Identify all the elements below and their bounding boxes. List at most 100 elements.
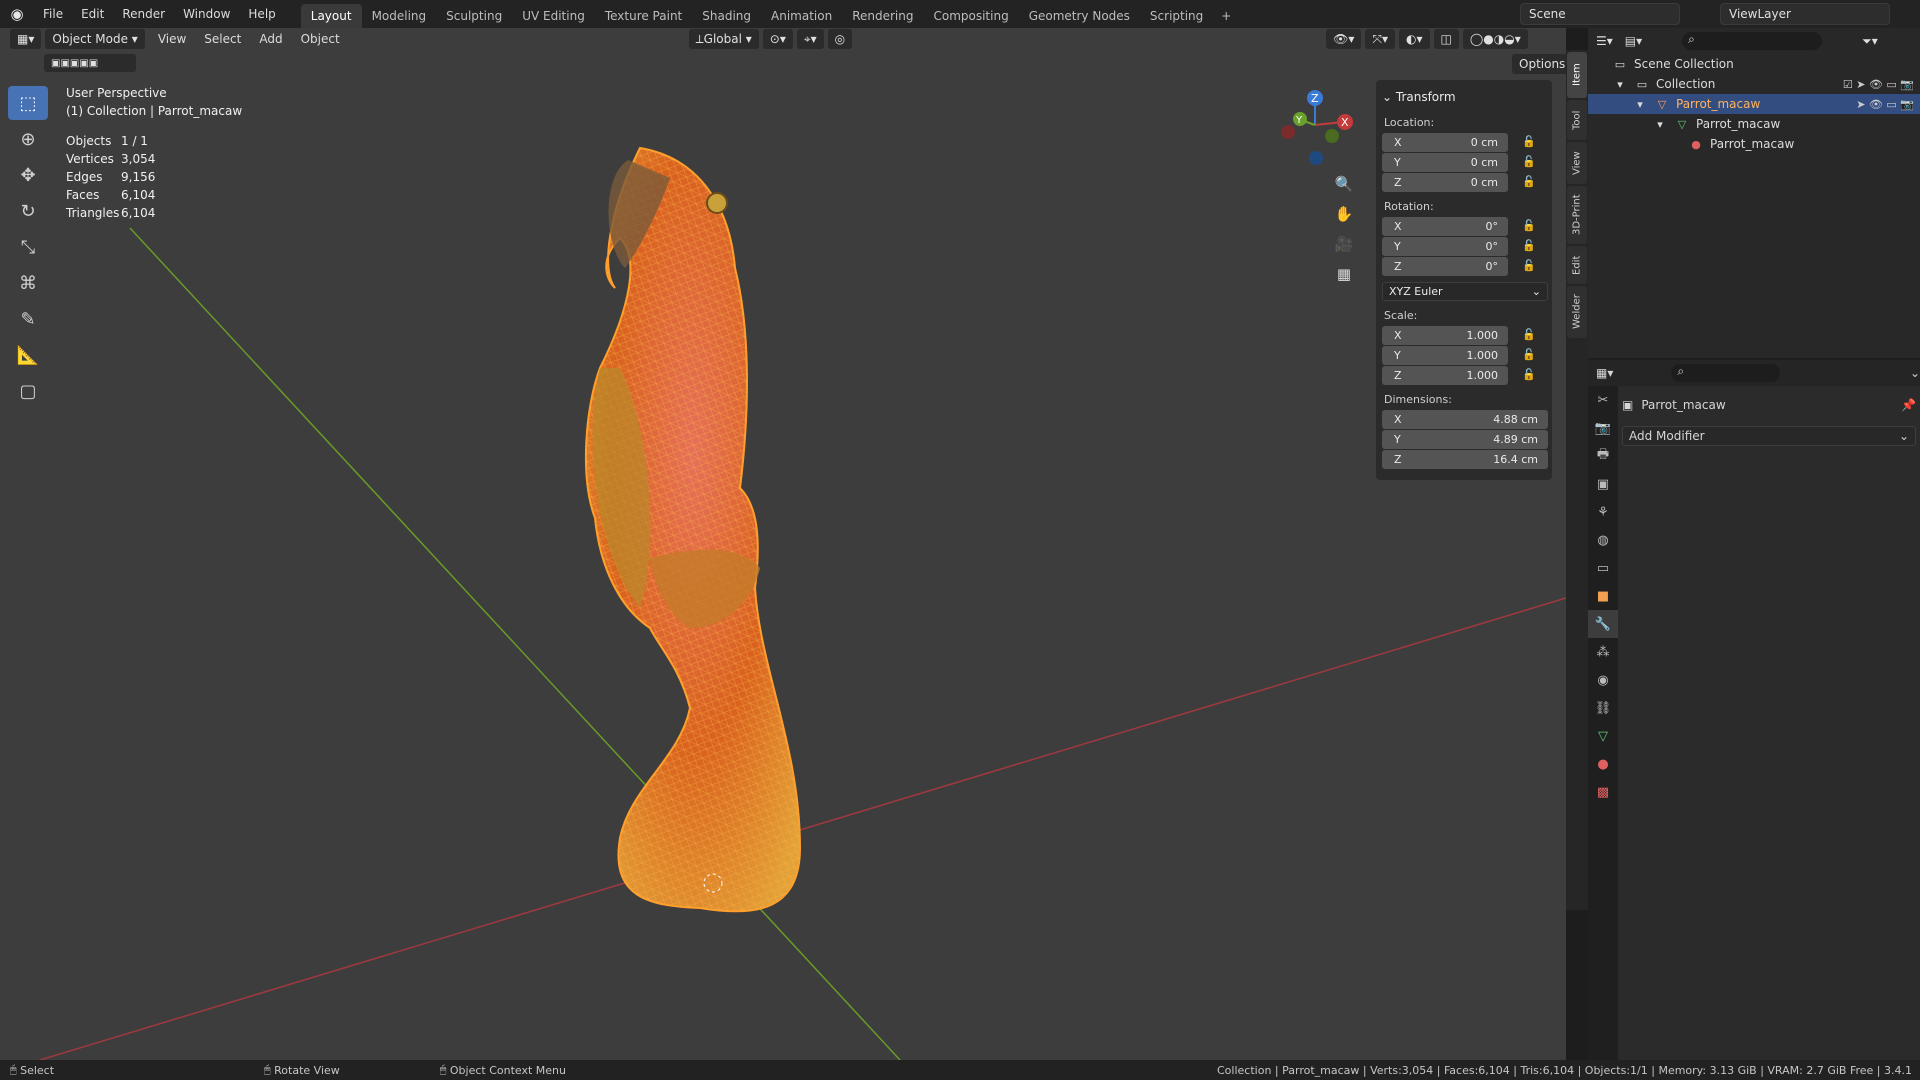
- blender-logo-icon[interactable]: ◉: [0, 0, 34, 28]
- tab-sculpting[interactable]: Sculpting: [436, 4, 512, 28]
- proportional-icon[interactable]: ◎: [827, 29, 853, 49]
- rotation-x-field[interactable]: X 0° 🔓: [1382, 217, 1536, 236]
- view-layer-tab-icon[interactable]: ▣: [1588, 470, 1618, 498]
- menu-render[interactable]: Render: [113, 0, 174, 28]
- outliner-material[interactable]: ● Parrot_macaw: [1588, 134, 1920, 154]
- tab-3d-print[interactable]: 3D-Print: [1567, 186, 1587, 244]
- shading-modes[interactable]: ◯●◑◒▾: [1462, 29, 1528, 49]
- menu-add[interactable]: Add: [250, 32, 291, 46]
- mode-selector[interactable]: Object Mode ▾: [45, 29, 145, 49]
- modifier-wrench-icon[interactable]: 🔧: [1588, 610, 1618, 638]
- outliner-scene-collection[interactable]: ▭ Scene Collection: [1588, 54, 1920, 74]
- menu-object[interactable]: Object: [292, 32, 349, 46]
- dimension-y-field[interactable]: Y 4.89 cm: [1382, 430, 1548, 449]
- menu-help[interactable]: Help: [239, 0, 284, 28]
- scale-x-field[interactable]: X 1.000 🔓: [1382, 326, 1536, 345]
- texture-tab-icon[interactable]: ▩: [1588, 778, 1618, 806]
- tab-compositing[interactable]: Compositing: [923, 4, 1018, 28]
- transform-icon[interactable]: ⌘: [8, 266, 48, 300]
- tab-shading[interactable]: Shading: [692, 4, 761, 28]
- tab-uv-editing[interactable]: UV Editing: [512, 4, 595, 28]
- expand-icon[interactable]: ▾: [1632, 98, 1648, 111]
- visibility-toggles[interactable]: ➤ 👁 ▭ 📷: [1856, 98, 1914, 111]
- lock-icon[interactable]: 🔓: [1522, 155, 1536, 168]
- world-tab-icon[interactable]: ◍: [1588, 526, 1618, 554]
- expand-icon[interactable]: ▾: [1612, 78, 1628, 91]
- location-y-field[interactable]: Y 0 cm 🔓: [1382, 153, 1536, 172]
- options-button[interactable]: Options ▾: [1512, 54, 1566, 74]
- orientation-selector[interactable]: ⟂ Global ▾: [688, 29, 759, 49]
- expand-icon[interactable]: ▾: [1652, 118, 1668, 131]
- tab-item[interactable]: Item: [1567, 52, 1587, 98]
- lock-icon[interactable]: 🔓: [1522, 239, 1536, 252]
- visibility-icon[interactable]: 👁▾: [1326, 29, 1362, 49]
- material-tab-icon[interactable]: ●: [1588, 750, 1618, 778]
- scale-y-field[interactable]: Y 1.000 🔓: [1382, 346, 1536, 365]
- collection-tab-icon[interactable]: ▭: [1588, 554, 1618, 582]
- render-tab-icon[interactable]: 📷: [1588, 414, 1618, 442]
- outliner-object[interactable]: ▾ ▽ Parrot_macaw ➤ 👁 ▭ 📷: [1588, 94, 1920, 114]
- pin-icon[interactable]: 📌: [1901, 398, 1916, 412]
- display-mode-icon[interactable]: ▤▾: [1625, 34, 1642, 48]
- pan-hand-icon[interactable]: ✋: [1330, 200, 1358, 228]
- menu-window[interactable]: Window: [174, 0, 239, 28]
- filter-icon[interactable]: ⏷▾: [1862, 34, 1878, 49]
- scene-selector[interactable]: Scene: [1520, 3, 1680, 25]
- tool-tab-icon[interactable]: ✂: [1588, 386, 1618, 414]
- lock-icon[interactable]: 🔓: [1522, 135, 1536, 148]
- tab-edit[interactable]: Edit: [1567, 246, 1587, 284]
- measure-icon[interactable]: 📐: [8, 338, 48, 372]
- dimension-z-field[interactable]: Z 16.4 cm: [1382, 450, 1548, 469]
- tab-layout[interactable]: Layout: [300, 4, 362, 28]
- dimension-x-field[interactable]: X 4.88 cm: [1382, 410, 1548, 429]
- data-tab-icon[interactable]: ▽: [1588, 722, 1618, 750]
- rotation-z-field[interactable]: Z 0° 🔓: [1382, 257, 1536, 276]
- chevron-down-icon[interactable]: ⌄: [1382, 90, 1396, 104]
- add-workspace-icon[interactable]: +: [1213, 4, 1239, 28]
- tab-animation[interactable]: Animation: [761, 4, 842, 28]
- lock-icon[interactable]: 🔓: [1522, 328, 1536, 341]
- tab-scripting[interactable]: Scripting: [1140, 4, 1213, 28]
- lock-icon[interactable]: 🔓: [1522, 259, 1536, 272]
- menu-file[interactable]: File: [34, 0, 72, 28]
- menu-edit[interactable]: Edit: [72, 0, 113, 28]
- editor-type-icon[interactable]: ▦▾: [10, 29, 42, 49]
- annotate-icon[interactable]: ✎: [8, 302, 48, 336]
- tab-welder[interactable]: Welder: [1567, 286, 1587, 338]
- scale-z-field[interactable]: Z 1.000 🔓: [1382, 366, 1536, 385]
- outliner-search-input[interactable]: ⌕: [1682, 32, 1823, 50]
- menu-select[interactable]: Select: [195, 32, 250, 46]
- lock-icon[interactable]: 🔓: [1522, 348, 1536, 361]
- tab-texture-paint[interactable]: Texture Paint: [595, 4, 692, 28]
- rotation-y-field[interactable]: Y 0° 🔓: [1382, 237, 1536, 256]
- grid-icon[interactable]: ▦: [1330, 260, 1358, 288]
- tab-modeling[interactable]: Modeling: [362, 4, 437, 28]
- editor-type-icon[interactable]: ☰▾: [1596, 34, 1613, 48]
- chevron-down-icon[interactable]: ⌄: [1910, 366, 1920, 380]
- scale-icon[interactable]: ⤡: [8, 230, 48, 264]
- rotate-icon[interactable]: ↻: [8, 194, 48, 228]
- lock-icon[interactable]: 🔓: [1522, 219, 1536, 232]
- xray-icon[interactable]: ◫: [1433, 29, 1459, 49]
- 3d-viewport[interactable]: Z X Y ▦▾ Object Mode ▾ View Select Add O…: [0, 28, 1566, 1060]
- move-icon[interactable]: ✥: [8, 158, 48, 192]
- particles-tab-icon[interactable]: ⁂: [1588, 638, 1618, 666]
- object-tab-icon[interactable]: ■: [1588, 582, 1618, 610]
- visibility-toggles[interactable]: ☑ ➤ 👁 ▭ 📷: [1843, 78, 1914, 91]
- physics-tab-icon[interactable]: ◉: [1588, 666, 1618, 694]
- select-box-icon[interactable]: ⬚: [8, 86, 48, 120]
- select-mode-icons[interactable]: ▣▣▣▣▣: [44, 54, 136, 72]
- scene-tab-icon[interactable]: ⚘: [1588, 498, 1618, 526]
- lock-icon[interactable]: 🔓: [1522, 368, 1536, 381]
- add-cube-icon[interactable]: ▢: [8, 374, 48, 408]
- tab-rendering[interactable]: Rendering: [842, 4, 923, 28]
- tab-view[interactable]: View: [1567, 142, 1587, 184]
- output-tab-icon[interactable]: 🖶: [1588, 442, 1618, 470]
- add-modifier-button[interactable]: Add Modifier ⌄: [1622, 426, 1916, 446]
- camera-icon[interactable]: 🎥: [1330, 230, 1358, 258]
- location-x-field[interactable]: X 0 cm 🔓: [1382, 133, 1536, 152]
- tab-geometry-nodes[interactable]: Geometry Nodes: [1019, 4, 1140, 28]
- lock-icon[interactable]: 🔓: [1522, 175, 1536, 188]
- view-layer-selector[interactable]: ViewLayer: [1720, 3, 1890, 25]
- location-z-field[interactable]: Z 0 cm 🔓: [1382, 173, 1536, 192]
